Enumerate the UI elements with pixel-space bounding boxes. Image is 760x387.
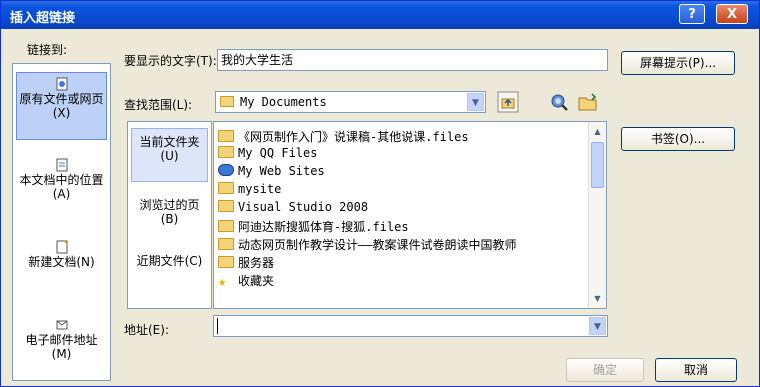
- email-address-icon: [56, 320, 67, 330]
- file-name: My QQ Files: [238, 146, 318, 160]
- display-text-label: 要显示的文字(T):: [124, 54, 217, 68]
- file-name: mysite: [238, 182, 282, 196]
- file-name: 收藏夹: [238, 274, 275, 288]
- existing-file-icon: [56, 77, 67, 91]
- link-place-in-document[interactable]: 本文档中的位置(A): [16, 154, 107, 222]
- up-folder-icon[interactable]: [497, 91, 519, 113]
- insert-hyperlink-dialog: 插入超链接 ? X 链接到: 原有文件或网页(X) 本文档中的位置(A) 新建文…: [0, 0, 760, 387]
- address-field[interactable]: ▼: [213, 315, 608, 337]
- locations-panel: 当前文件夹(U) 浏览过的页(B) 近期文件(C): [127, 121, 212, 309]
- look-in-dropdown[interactable]: My Documents ▼: [215, 91, 486, 113]
- title-bar[interactable]: 插入超链接 ? X: [1, 1, 759, 29]
- folder-icon: [218, 146, 234, 158]
- link-email-address-label: 电子邮件地址(M): [25, 333, 98, 361]
- file-name: Visual Studio 2008: [238, 200, 369, 214]
- folder-icon: [218, 130, 234, 142]
- file-name: 《网页制作入门》说课稿-其他说课.files: [238, 130, 469, 144]
- display-text-field[interactable]: 我的大学生活: [217, 49, 608, 71]
- location-recent-files[interactable]: 近期文件(C): [131, 250, 208, 296]
- folder-icon: [218, 238, 234, 250]
- file-name: 阿迪达斯搜狐体育-搜狐.files: [238, 220, 409, 234]
- file-list-scrollbar[interactable]: ▲ ▼: [588, 122, 606, 308]
- list-item[interactable]: My Web Sites: [218, 164, 325, 181]
- list-item[interactable]: 《网页制作入门》说课稿-其他说课.files: [218, 128, 469, 145]
- list-item[interactable]: 动态网页制作教学设计——教案课件试卷朗读中国教师: [218, 236, 516, 253]
- link-to-label: 链接到:: [27, 43, 68, 57]
- list-item[interactable]: mysite: [218, 182, 281, 199]
- folder-icon: [218, 256, 234, 268]
- folder-icon: [220, 96, 234, 107]
- bookmark-button[interactable]: 书签(O)...: [621, 127, 735, 151]
- list-item[interactable]: Visual Studio 2008: [218, 200, 368, 217]
- scroll-down-icon[interactable]: ▼: [590, 291, 605, 306]
- browse-web-icon[interactable]: [548, 91, 570, 113]
- browse-file-icon[interactable]: [577, 91, 599, 113]
- link-to-panel: 原有文件或网页(X) 本文档中的位置(A) 新建文档(N) 电子邮件地址(M): [12, 63, 111, 381]
- folder-icon: [218, 200, 234, 212]
- list-item[interactable]: ★ 收藏夹: [218, 272, 274, 289]
- link-email-address[interactable]: 电子邮件地址(M): [16, 314, 107, 382]
- link-existing-file[interactable]: 原有文件或网页(X): [16, 72, 107, 140]
- place-in-document-icon: [56, 158, 67, 172]
- folder-icon: [218, 182, 234, 194]
- close-button[interactable]: X: [716, 4, 748, 24]
- favorites-star-icon: ★: [218, 274, 227, 290]
- file-name: My Web Sites: [238, 164, 325, 178]
- link-new-document-label: 新建文档(N): [28, 255, 95, 269]
- location-current-folder[interactable]: 当前文件夹(U): [131, 128, 208, 182]
- link-existing-file-label: 原有文件或网页(X): [19, 92, 104, 120]
- scroll-thumb[interactable]: [591, 142, 604, 188]
- file-name: 服务器: [238, 256, 275, 270]
- new-document-icon: [56, 240, 67, 254]
- screentip-button[interactable]: 屏幕提示(P)...: [621, 51, 735, 75]
- scroll-up-icon[interactable]: ▲: [590, 124, 605, 139]
- look-in-label: 查找范围(L):: [124, 98, 193, 112]
- look-in-value: My Documents: [240, 95, 327, 109]
- list-item[interactable]: My QQ Files: [218, 146, 317, 163]
- folder-icon: [218, 220, 234, 232]
- chevron-down-icon[interactable]: ▼: [467, 93, 484, 111]
- text-cursor: [217, 318, 218, 334]
- list-item[interactable]: 服务器: [218, 254, 274, 271]
- location-browsed-pages[interactable]: 浏览过的页(B): [131, 194, 208, 240]
- link-new-document[interactable]: 新建文档(N): [16, 236, 107, 304]
- link-place-in-document-label: 本文档中的位置(A): [19, 173, 104, 201]
- list-item[interactable]: 阿迪达斯搜狐体育-搜狐.files: [218, 218, 409, 235]
- file-name: 动态网页制作教学设计——教案课件试卷朗读中国教师: [238, 238, 517, 252]
- cancel-button[interactable]: 取消: [655, 358, 737, 382]
- chevron-down-icon[interactable]: ▼: [589, 317, 606, 335]
- window-title: 插入超链接: [10, 11, 76, 26]
- help-button[interactable]: ?: [679, 4, 705, 24]
- address-label: 地址(E):: [124, 323, 169, 337]
- ok-button[interactable]: 确定: [566, 358, 644, 382]
- file-list: 《网页制作入门》说课稿-其他说课.files My QQ Files My We…: [213, 121, 607, 309]
- web-folder-icon: [218, 164, 234, 176]
